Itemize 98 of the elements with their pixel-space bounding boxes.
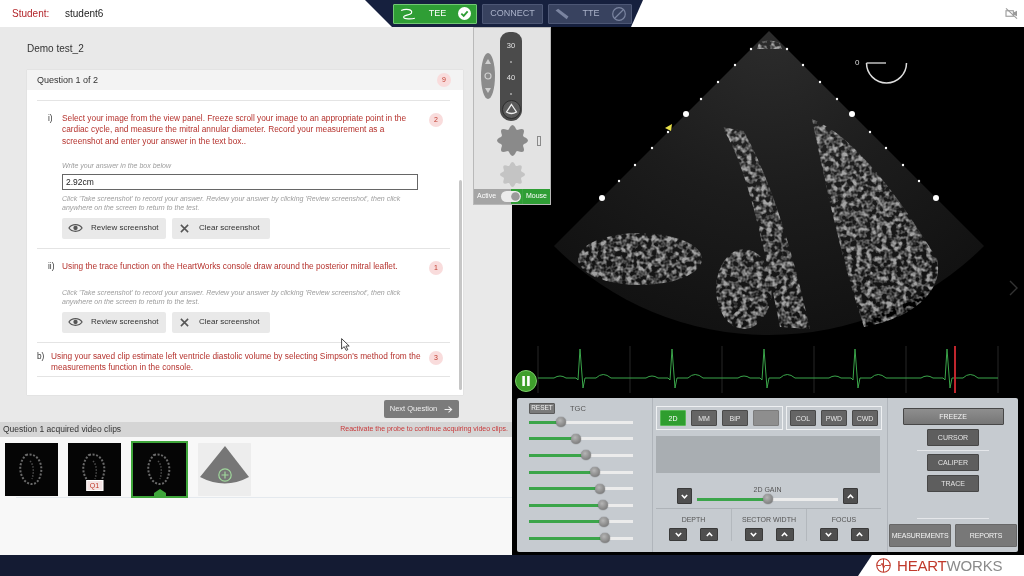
increase-button[interactable] (700, 528, 718, 541)
item-marker: ii) (48, 260, 56, 273)
eye-icon (68, 317, 83, 328)
increase-button[interactable] (843, 488, 858, 504)
chevron-right-icon[interactable] (1009, 280, 1018, 296)
chevron-up-icon (856, 532, 863, 537)
up-arrow-icon (485, 59, 491, 64)
probe-tip-icon (501, 99, 521, 119)
depth-marker-icon (716, 80, 720, 84)
chevron-down-icon (681, 493, 688, 499)
chevron-down-icon (825, 532, 832, 537)
down-arrow-icon (485, 88, 491, 93)
increase-button[interactable] (775, 528, 794, 541)
item-marker: i) (48, 113, 54, 125)
student-label: Student: (12, 7, 51, 20)
probe-tab[interactable]: CONNECT (482, 3, 543, 24)
angle-value: 0 (855, 58, 860, 67)
slider-thumb[interactable] (556, 417, 567, 428)
heart-logo-icon (876, 558, 891, 573)
focus-marker-icon (665, 124, 672, 131)
slider-thumb[interactable] (589, 467, 600, 478)
pause-button[interactable] (515, 370, 537, 392)
depth-marker-icon (868, 130, 872, 134)
chevron-down-icon (750, 532, 757, 537)
chevron-up-icon (781, 532, 788, 537)
depth-marker-icon (801, 63, 805, 67)
slider-thumb[interactable] (598, 516, 609, 527)
item-marker: b) (37, 350, 46, 363)
add-clip-button[interactable] (198, 443, 251, 496)
review-screenshot-button[interactable]: Review screenshot (62, 311, 166, 333)
mouse-pointer-icon (341, 338, 350, 351)
plus-circle-icon (218, 468, 232, 482)
close-icon (180, 223, 189, 233)
eye-icon (68, 223, 83, 234)
slider-thumb[interactable] (594, 483, 605, 494)
slider-thumb[interactable] (599, 533, 610, 544)
student-name: student6 (65, 7, 104, 20)
depth-marker-icon (633, 163, 637, 167)
depth-marker-icon (599, 195, 605, 201)
question-text: Using the trace function on the HeartWorks console draw around the posterior mitral leaflet. (62, 260, 399, 273)
answer-field[interactable]: 2.92cm (62, 173, 418, 190)
depth-marker-icon (901, 163, 905, 167)
depth-marker-icon (849, 111, 855, 117)
depth-marker-icon (699, 97, 703, 101)
depth-marker-icon (933, 195, 939, 201)
slider-thumb[interactable] (581, 450, 592, 461)
indicator-icon (537, 135, 541, 146)
ring-icon (484, 72, 492, 80)
decrease-button[interactable] (819, 528, 838, 541)
camera-off-icon[interactable] (1005, 8, 1018, 19)
pause-icon (522, 376, 530, 386)
depth-marker-icon (666, 130, 670, 134)
brand-name: HEARTWORKS (897, 557, 1003, 574)
toggle-switch[interactable] (499, 189, 523, 204)
decrease-button[interactable] (677, 488, 692, 504)
probe-tab[interactable]: TTE (548, 3, 632, 24)
handheld-probe-icon (554, 7, 570, 20)
question-header: Question 1 of 2 (37, 74, 99, 86)
tilt-control[interactable] (481, 53, 495, 99)
rotation-knob[interactable] (497, 125, 528, 156)
chevron-down-icon (674, 532, 682, 537)
heart-scan-drawing (19, 453, 43, 486)
depth-marker-icon (884, 146, 888, 150)
chevron-up-icon (705, 532, 713, 537)
test-title: Demo test_2 (27, 42, 84, 55)
slider-thumb[interactable] (597, 500, 608, 511)
prohibited-icon (612, 6, 626, 21)
slider-thumb[interactable] (570, 433, 581, 444)
depth-marker-icon (835, 97, 839, 101)
cable-probe-icon (399, 7, 417, 20)
slider-thumb[interactable] (762, 494, 773, 504)
check-circle-icon (458, 7, 471, 20)
decrease-button[interactable] (669, 528, 687, 541)
question-text: Using your saved clip estimate left ventricle diastolic volume by selecting Simpson's method from the measurements function in the console. (51, 350, 422, 374)
depth-marker-icon (617, 179, 621, 183)
close-icon (180, 317, 189, 327)
question-text: Select your image from the view panel. Freeze scroll your image to an appropriate point in the cardiac cycle, and measure the mitral annular diameter. Record your measurement as a screenshot and enter your answer in the text box.. (62, 113, 408, 147)
depth-marker-icon (785, 47, 789, 51)
decrease-button[interactable] (744, 528, 763, 541)
review-screenshot-button[interactable]: Review screenshot (62, 217, 166, 239)
depth-marker-icon (733, 63, 737, 67)
sweep-cursor (954, 346, 956, 393)
depth-marker-icon (749, 47, 753, 51)
heart-scan-drawing (147, 453, 171, 486)
depth-marker-icon (917, 179, 921, 183)
arrow-right-icon (444, 405, 454, 413)
clear-screenshot-button[interactable]: Clear screenshot (172, 311, 270, 333)
clear-screenshot-button[interactable]: Clear screenshot (172, 217, 270, 239)
depth-marker-icon (650, 146, 654, 150)
probe-tab[interactable]: TEE (393, 3, 477, 24)
video-clip-thumbnail[interactable] (131, 441, 188, 498)
selected-marker-icon (153, 489, 166, 496)
increase-button[interactable] (850, 528, 869, 541)
chevron-up-icon (847, 493, 854, 499)
depth-marker-icon (818, 80, 822, 84)
depth-marker-icon (683, 111, 689, 117)
clips-title: Question 1 acquired video clips (3, 424, 122, 435)
angle-indicator-icon (865, 61, 908, 85)
